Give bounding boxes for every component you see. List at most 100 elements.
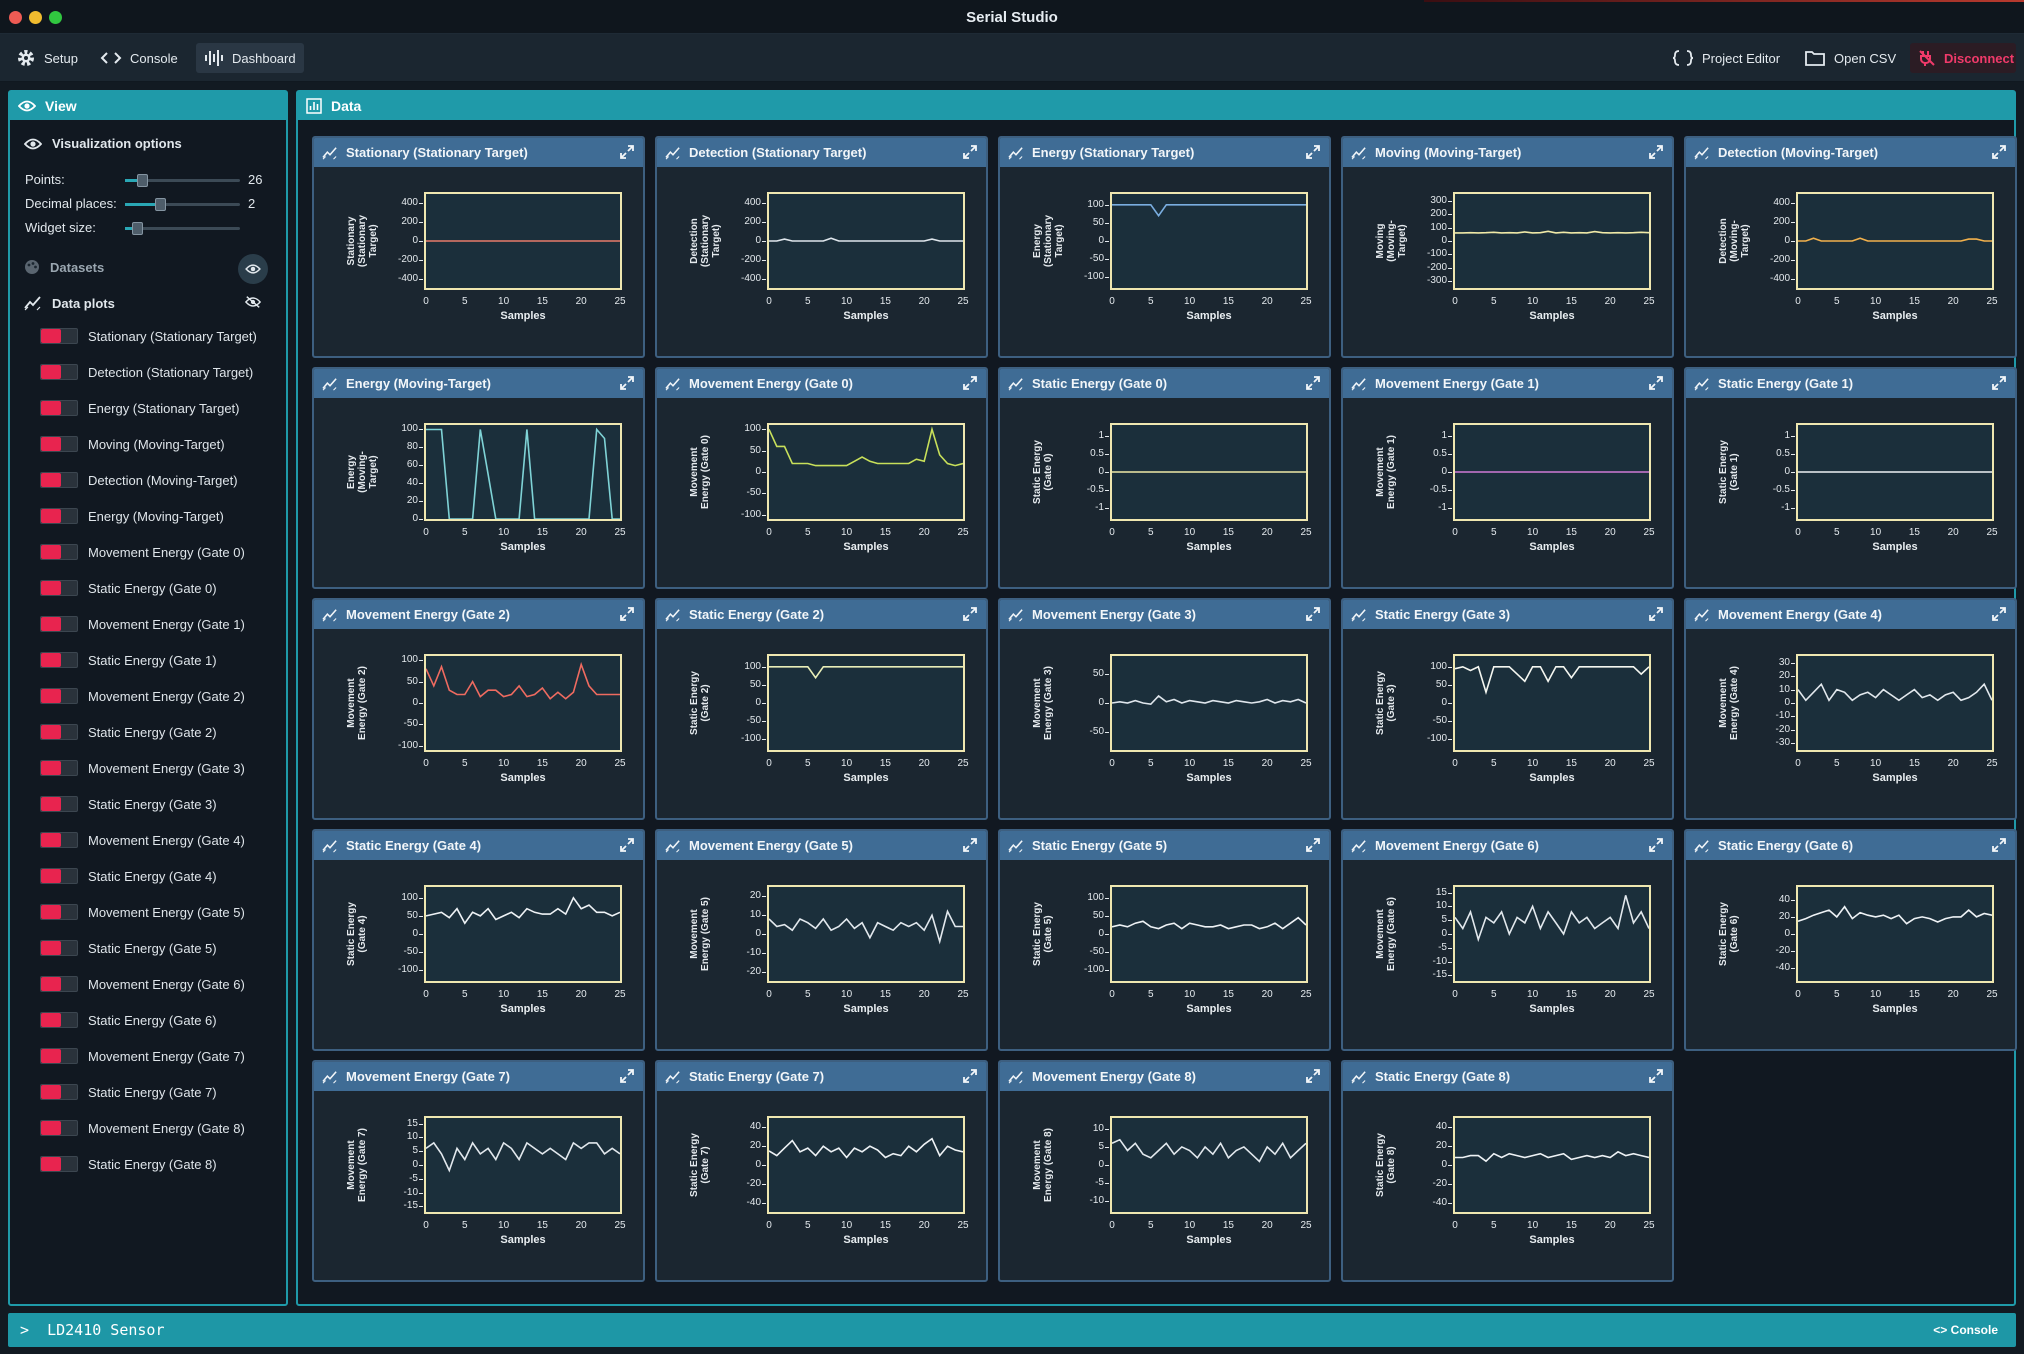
dataset-item[interactable]: Static Energy (Gate 0) bbox=[40, 578, 217, 598]
datasets-visibility-toggle[interactable] bbox=[238, 254, 268, 284]
dataset-item[interactable]: Static Energy (Gate 3) bbox=[40, 794, 217, 814]
dataset-item[interactable]: Static Energy (Gate 2) bbox=[40, 722, 217, 742]
expand-icon[interactable] bbox=[962, 144, 978, 163]
points-slider[interactable] bbox=[125, 174, 240, 187]
expand-icon[interactable] bbox=[962, 837, 978, 856]
dataset-item[interactable]: Detection (Moving-Target) bbox=[40, 470, 238, 490]
dataset-toggle-switch[interactable] bbox=[40, 940, 78, 956]
dataset-toggle-switch[interactable] bbox=[40, 1048, 78, 1064]
expand-icon[interactable] bbox=[619, 1068, 635, 1087]
plot-area[interactable] bbox=[767, 885, 965, 983]
expand-icon[interactable] bbox=[1648, 144, 1664, 163]
dataset-item[interactable]: Movement Energy (Gate 1) bbox=[40, 614, 245, 634]
dataset-toggle-switch[interactable] bbox=[40, 904, 78, 920]
dataset-item[interactable]: Static Energy (Gate 6) bbox=[40, 1010, 217, 1030]
plot-area[interactable] bbox=[767, 654, 965, 752]
plot-area[interactable] bbox=[1110, 423, 1308, 521]
dataset-item[interactable]: Static Energy (Gate 7) bbox=[40, 1082, 217, 1102]
plot-area[interactable] bbox=[424, 654, 622, 752]
setup-button[interactable]: Setup bbox=[8, 43, 86, 73]
dataset-toggle-switch[interactable] bbox=[40, 652, 78, 668]
expand-icon[interactable] bbox=[619, 606, 635, 625]
dataset-item[interactable]: Static Energy (Gate 4) bbox=[40, 866, 217, 886]
expand-icon[interactable] bbox=[1991, 837, 2007, 856]
expand-icon[interactable] bbox=[1305, 1068, 1321, 1087]
plot-area[interactable] bbox=[1796, 885, 1994, 983]
dataset-toggle-switch[interactable] bbox=[40, 976, 78, 992]
expand-icon[interactable] bbox=[1648, 375, 1664, 394]
dataset-item[interactable]: Stationary (Stationary Target) bbox=[40, 326, 257, 346]
widget-size-slider[interactable] bbox=[125, 222, 240, 235]
dataset-toggle-switch[interactable] bbox=[40, 328, 78, 344]
expand-icon[interactable] bbox=[1305, 606, 1321, 625]
expand-icon[interactable] bbox=[1305, 837, 1321, 856]
dataset-toggle-switch[interactable] bbox=[40, 544, 78, 560]
dataset-toggle-switch[interactable] bbox=[40, 688, 78, 704]
dataset-item[interactable]: Static Energy (Gate 1) bbox=[40, 650, 217, 670]
dashboard-button[interactable]: Dashboard bbox=[196, 43, 304, 73]
open-csv-button[interactable]: Open CSV bbox=[1796, 43, 1904, 73]
dataset-item[interactable]: Movement Energy (Gate 7) bbox=[40, 1046, 245, 1066]
dataset-toggle-switch[interactable] bbox=[40, 1156, 78, 1172]
expand-icon[interactable] bbox=[962, 375, 978, 394]
data-plots-visibility-toggle[interactable] bbox=[244, 295, 262, 314]
plot-area[interactable] bbox=[1796, 654, 1994, 752]
plot-area[interactable] bbox=[1110, 1116, 1308, 1214]
project-editor-button[interactable]: Project Editor bbox=[1664, 43, 1788, 73]
expand-icon[interactable] bbox=[619, 144, 635, 163]
expand-icon[interactable] bbox=[962, 606, 978, 625]
dataset-item[interactable]: Moving (Moving-Target) bbox=[40, 434, 225, 454]
dataset-toggle-switch[interactable] bbox=[40, 1084, 78, 1100]
expand-icon[interactable] bbox=[962, 1068, 978, 1087]
dataset-toggle-switch[interactable] bbox=[40, 760, 78, 776]
dataset-toggle-switch[interactable] bbox=[40, 472, 78, 488]
expand-icon[interactable] bbox=[1991, 375, 2007, 394]
dataset-item[interactable]: Energy (Moving-Target) bbox=[40, 506, 224, 526]
dataset-toggle-switch[interactable] bbox=[40, 580, 78, 596]
plot-area[interactable] bbox=[424, 1116, 622, 1214]
plot-area[interactable] bbox=[767, 1116, 965, 1214]
dataset-item[interactable]: Movement Energy (Gate 2) bbox=[40, 686, 245, 706]
plot-area[interactable] bbox=[424, 192, 622, 290]
plot-area[interactable] bbox=[1110, 654, 1308, 752]
dataset-toggle-switch[interactable] bbox=[40, 436, 78, 452]
dataset-item[interactable]: Movement Energy (Gate 8) bbox=[40, 1118, 245, 1138]
dataset-toggle-switch[interactable] bbox=[40, 868, 78, 884]
dataset-toggle-switch[interactable] bbox=[40, 400, 78, 416]
plot-area[interactable] bbox=[1453, 192, 1651, 290]
plot-area[interactable] bbox=[1453, 654, 1651, 752]
dataset-toggle-switch[interactable] bbox=[40, 796, 78, 812]
dataset-item[interactable]: Static Energy (Gate 8) bbox=[40, 1154, 217, 1174]
expand-icon[interactable] bbox=[1991, 606, 2007, 625]
expand-icon[interactable] bbox=[619, 375, 635, 394]
dataset-toggle-switch[interactable] bbox=[40, 1120, 78, 1136]
plot-area[interactable] bbox=[767, 423, 965, 521]
plot-area[interactable] bbox=[1453, 885, 1651, 983]
dataset-toggle-switch[interactable] bbox=[40, 364, 78, 380]
plot-area[interactable] bbox=[1453, 423, 1651, 521]
dataset-toggle-switch[interactable] bbox=[40, 616, 78, 632]
dataset-item[interactable]: Energy (Stationary Target) bbox=[40, 398, 240, 418]
console-toggle-button[interactable]: <> Console bbox=[1933, 1323, 1998, 1337]
dataset-toggle-switch[interactable] bbox=[40, 832, 78, 848]
dataset-item[interactable]: Movement Energy (Gate 0) bbox=[40, 542, 245, 562]
console-button[interactable]: Console bbox=[92, 43, 186, 73]
dataset-item[interactable]: Movement Energy (Gate 4) bbox=[40, 830, 245, 850]
decimal-places-slider[interactable] bbox=[125, 198, 240, 211]
dataset-item[interactable]: Movement Energy (Gate 6) bbox=[40, 974, 245, 994]
plot-area[interactable] bbox=[767, 192, 965, 290]
expand-icon[interactable] bbox=[619, 837, 635, 856]
dataset-toggle-switch[interactable] bbox=[40, 1012, 78, 1028]
expand-icon[interactable] bbox=[1648, 1068, 1664, 1087]
plot-area[interactable] bbox=[1796, 423, 1994, 521]
expand-icon[interactable] bbox=[1305, 144, 1321, 163]
plot-area[interactable] bbox=[1110, 885, 1308, 983]
plot-area[interactable] bbox=[1453, 1116, 1651, 1214]
plot-area[interactable] bbox=[424, 423, 622, 521]
dataset-item[interactable]: Movement Energy (Gate 5) bbox=[40, 902, 245, 922]
expand-icon[interactable] bbox=[1991, 144, 2007, 163]
expand-icon[interactable] bbox=[1648, 837, 1664, 856]
plot-area[interactable] bbox=[424, 885, 622, 983]
dataset-item[interactable]: Movement Energy (Gate 3) bbox=[40, 758, 245, 778]
dataset-item[interactable]: Detection (Stationary Target) bbox=[40, 362, 253, 382]
